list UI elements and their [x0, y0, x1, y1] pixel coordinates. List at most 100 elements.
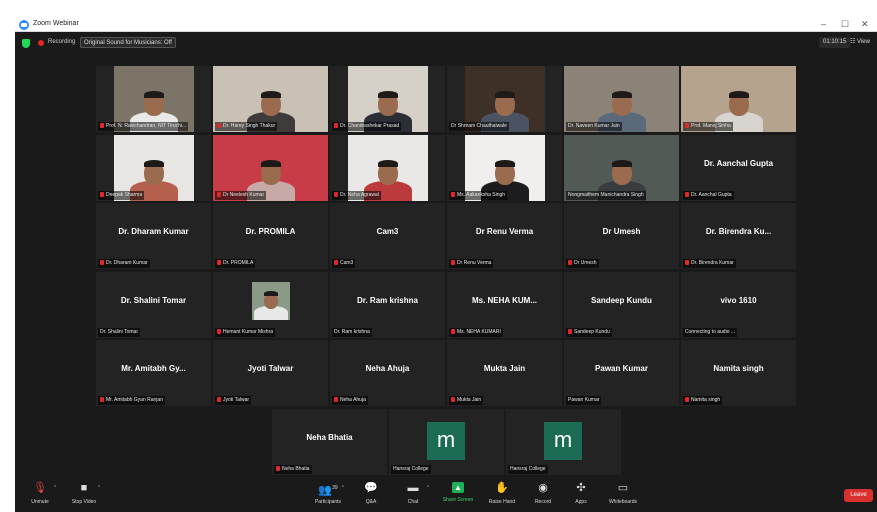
- participant-tile[interactable]: Hemant Kumar Mishra: [213, 272, 328, 338]
- participant-tile[interactable]: Dr. PROMILA Dr. PROMILA: [213, 203, 328, 269]
- stop-video-button[interactable]: ■ ^ Stop Video: [64, 482, 104, 505]
- participant-label: Dr. Ram krishna: [332, 328, 372, 337]
- participant-tile[interactable]: Dr. Birendra Ku... Dr. Birendra Kumar: [681, 203, 796, 269]
- participant-tile[interactable]: Deepak Sharma: [96, 135, 211, 201]
- maximize-button[interactable]: ☐: [841, 19, 849, 30]
- chat-button[interactable]: ▬ ^ Chat: [393, 482, 433, 505]
- participant-tile[interactable]: Dr. Chandrashekar Prasad: [330, 66, 445, 132]
- participant-name: Dr. Harey Singh Thakur: [223, 123, 276, 129]
- participant-tile[interactable]: m Hansraj College: [506, 409, 621, 475]
- participant-tile[interactable]: Dr. Aanchal Gupta Dr. Aanchal Gupta: [681, 135, 796, 201]
- participant-label-muted: Hemant Kumar Mishra: [215, 328, 276, 337]
- close-button[interactable]: ✕: [861, 19, 869, 30]
- participant-name: Namita singh: [691, 397, 721, 403]
- participant-name: Hansraj College: [393, 466, 429, 472]
- video-options-caret-icon[interactable]: ^: [98, 485, 100, 491]
- whiteboards-button[interactable]: ▭ Whiteboards: [603, 482, 643, 505]
- leave-button[interactable]: Leave: [844, 489, 873, 502]
- participant-tile[interactable]: Dr. Harey Singh Thakur: [213, 66, 328, 132]
- participant-display-name: Jyoti Talwar: [247, 364, 294, 373]
- participant-tile[interactable]: Mr. Amitabh Gy... Mr. Amitabh Gyan Ranjan: [96, 340, 211, 406]
- record-button[interactable]: ◉ Record: [523, 482, 563, 505]
- participant-name: Neha Ahuja: [340, 397, 366, 403]
- participant-tile[interactable]: Pawan Kumar Pawan Kumar: [564, 340, 679, 406]
- participant-label-muted: Ms. Aakanksha Singh: [449, 191, 508, 200]
- participant-label-muted: Dr. Birendra Kumar: [683, 259, 736, 268]
- audio-options-caret-icon[interactable]: ^: [54, 485, 56, 491]
- participant-tile[interactable]: Dr. Ram krishna Dr. Ram krishna: [330, 272, 445, 338]
- participant-display-name: Dr. PROMILA: [245, 227, 296, 236]
- participant-label-muted: Prof. N. Ravichandran, NIT Tiruchi...: [98, 122, 189, 131]
- participant-name: Dr. Aanchal Gupta: [691, 192, 732, 198]
- participant-display-name: Namita singh: [713, 364, 764, 373]
- participant-tile[interactable]: Nongmaithem Manichandra Singh: [564, 135, 679, 201]
- participant-display-name: Dr. Aanchal Gupta: [703, 159, 774, 168]
- recording-dot-icon: [38, 40, 44, 46]
- unmute-button[interactable]: 🎙 ^ Unmute: [20, 482, 60, 505]
- participant-tile[interactable]: Dr Renu Verma Dr Renu Verma: [447, 203, 562, 269]
- participant-label-muted: Dr. PROMILA: [215, 259, 256, 268]
- participant-name: Dr. Ram krishna: [334, 329, 370, 335]
- participant-name: Prof. Manoj Sinha: [691, 123, 731, 129]
- security-shield-icon[interactable]: [22, 39, 30, 48]
- original-sound-toggle[interactable]: Original Sound for Musicians: Off: [80, 37, 176, 48]
- participant-tile[interactable]: Dr. Shalini Tomar Dr. Shalini Tomar: [96, 272, 211, 338]
- participant-tile[interactable]: Neha Bhatia Neha Bhatia: [272, 409, 387, 475]
- participant-display-name: Neha Bhatia: [306, 433, 353, 442]
- participants-caret-icon[interactable]: ^: [342, 485, 344, 491]
- participant-label: Hansraj College: [391, 465, 431, 474]
- share-screen-button[interactable]: ▲ Share Screen: [438, 482, 478, 503]
- share-screen-label: Share Screen: [442, 497, 474, 503]
- participant-name: Dr Neelesh Kumar: [223, 192, 265, 198]
- participant-name: Dr Shriram Chauthaiwale: [451, 123, 507, 129]
- raise-hand-button[interactable]: ✋ Raise Hand: [482, 482, 522, 505]
- participant-tile[interactable]: Sandeep Kundu Sandeep Kundu: [564, 272, 679, 338]
- participant-name: Dr. PROMILA: [223, 260, 254, 266]
- participant-name: Ms. Aakanksha Singh: [457, 192, 506, 198]
- participants-button[interactable]: 👥39 ^ Participants: [308, 482, 348, 505]
- participant-tile[interactable]: Dr Umesh Dr Umesh: [564, 203, 679, 269]
- participant-tile[interactable]: Dr Shriram Chauthaiwale: [447, 66, 562, 132]
- raise-hand-icon: ✋: [495, 482, 509, 494]
- participant-label: Hansraj College: [508, 465, 548, 474]
- participant-name: Pawan Kumar: [568, 397, 600, 403]
- zoom-logo-icon: [19, 20, 29, 30]
- participant-tile[interactable]: Dr. Dharam Kumar Dr. Dharam Kumar: [96, 203, 211, 269]
- participant-tile[interactable]: Prof. N. Ravichandran, NIT Tiruchi...: [96, 66, 211, 132]
- participant-display-name: Dr Renu Verma: [475, 227, 534, 236]
- participant-label-muted: Dr. Neha Agrawal: [332, 191, 381, 200]
- participant-tile[interactable]: Dr. Naveen Kumar Jain: [564, 66, 679, 132]
- participant-name: Nongmaithem Manichandra Singh: [568, 192, 644, 198]
- participant-display-name: Dr. Birendra Ku...: [705, 227, 772, 236]
- participant-tile[interactable]: Namita singh Namita singh: [681, 340, 796, 406]
- view-button[interactable]: ☷ View: [850, 38, 870, 45]
- participant-label-muted: Dr. Dharam Kumar: [98, 259, 150, 268]
- participant-tile[interactable]: Cam3 Cam3: [330, 203, 445, 269]
- participant-tile[interactable]: vivo 1610 Connecting to audio ...: [681, 272, 796, 338]
- participant-label-muted: Dr Renu Verma: [449, 259, 494, 268]
- participant-tile[interactable]: Jyoti Talwar Jyoti Talwar: [213, 340, 328, 406]
- participant-label: Dr. Shalini Tomar: [98, 328, 140, 337]
- participant-tile[interactable]: Mukta Jain Mukta Jain: [447, 340, 562, 406]
- participant-tile[interactable]: Dr. Neha Agrawal: [330, 135, 445, 201]
- window-title: Zoom Webinar: [33, 20, 79, 27]
- participant-tile[interactable]: Neha Ahuja Neha Ahuja: [330, 340, 445, 406]
- participant-name: Dr. Naveen Kumar Jain: [568, 123, 620, 129]
- recording-label: Recording: [48, 39, 76, 45]
- stop-video-label: Stop Video: [71, 499, 97, 505]
- qa-button[interactable]: 💬 Q&A: [351, 482, 391, 505]
- participant-tile[interactable]: Dr Neelesh Kumar: [213, 135, 328, 201]
- participant-display-name: Mr. Amitabh Gy...: [121, 364, 186, 373]
- participant-label-muted: Deepak Sharma: [98, 191, 145, 200]
- apps-button[interactable]: ✣ Apps: [561, 482, 601, 505]
- participant-tile[interactable]: Ms. Aakanksha Singh: [447, 135, 562, 201]
- minimize-button[interactable]: –: [821, 19, 826, 29]
- participants-label: Participants: [314, 499, 342, 505]
- participant-tile[interactable]: Prof. Manoj Sinha: [681, 66, 796, 132]
- view-label: View: [857, 39, 870, 45]
- participant-label-muted: Neha Ahuja: [332, 396, 368, 405]
- participant-label-muted: Dr. Chandrashekar Prasad: [332, 122, 402, 131]
- chat-caret-icon[interactable]: ^: [427, 485, 429, 491]
- participant-tile[interactable]: m Hansraj College: [389, 409, 504, 475]
- participant-tile[interactable]: Ms. NEHA KUM... Ms. NEHA KUMARI: [447, 272, 562, 338]
